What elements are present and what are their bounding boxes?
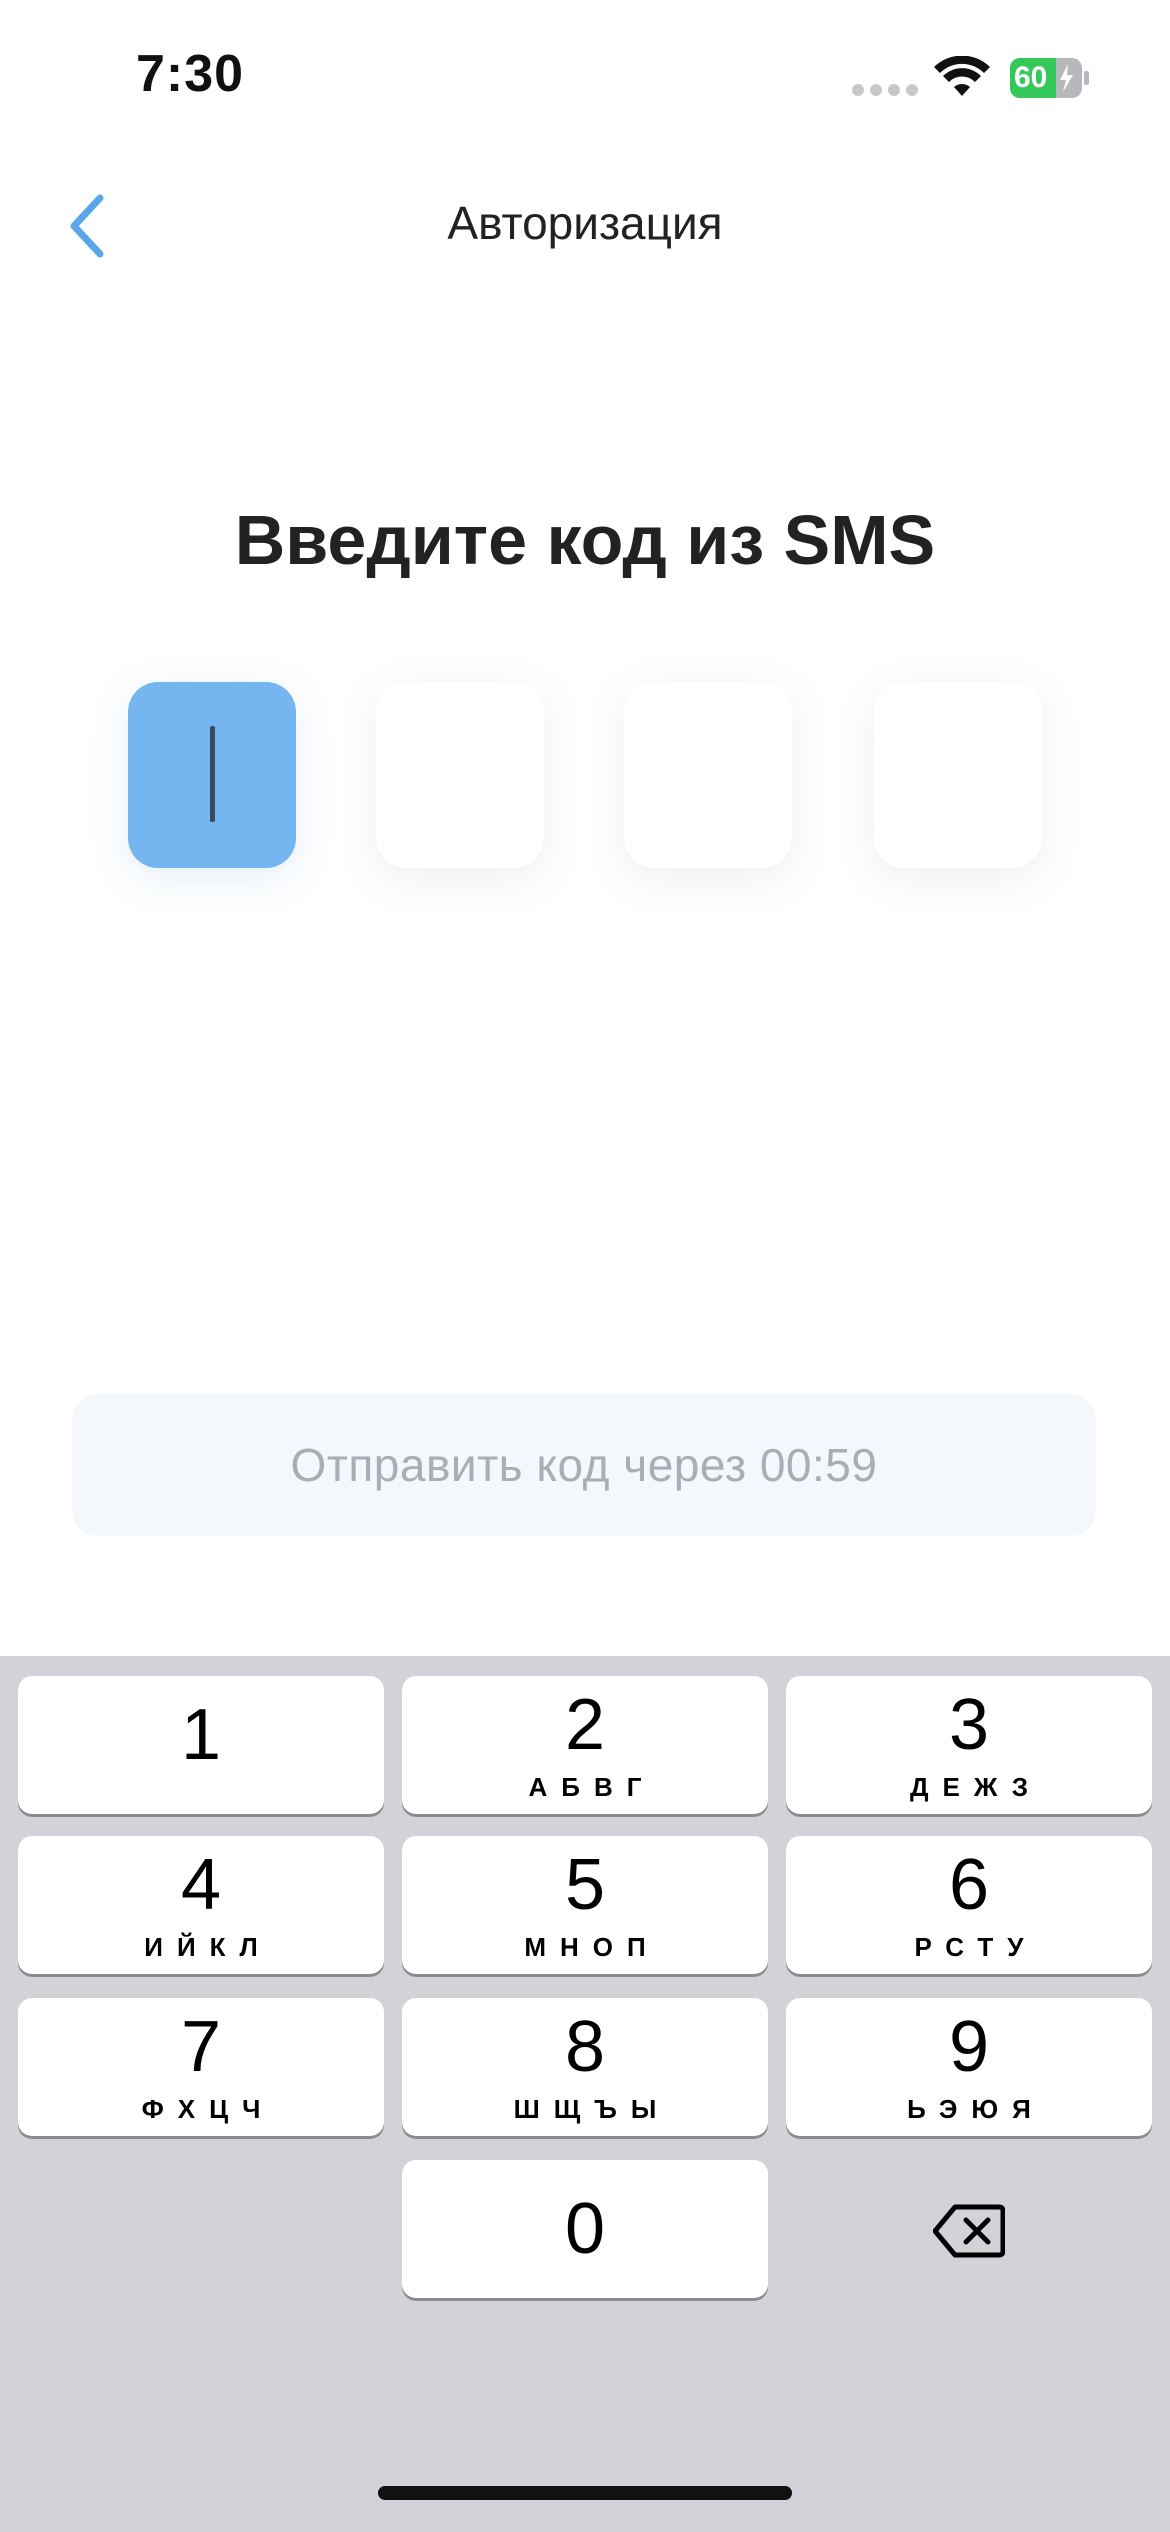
- key-digit: 7: [180, 2007, 222, 2087]
- key-9[interactable]: 9 ЬЭЮЯ: [786, 1998, 1152, 2136]
- key-letters: ИЙКЛ: [144, 1932, 272, 1962]
- key-letters: ДЕЖЗ: [910, 1772, 1042, 1802]
- back-button[interactable]: [56, 190, 116, 262]
- key-1[interactable]: 1: [18, 1676, 384, 1814]
- status-time: 7:30: [136, 45, 245, 103]
- key-4[interactable]: 4 ИЙКЛ: [18, 1836, 384, 1974]
- key-letters: АБВГ: [528, 1772, 656, 1802]
- key-digit: 9: [948, 2007, 990, 2087]
- backspace-key[interactable]: [786, 2162, 1152, 2300]
- battery-charging-icon: 60: [1010, 58, 1090, 98]
- key-letters: ЬЭЮЯ: [907, 2094, 1045, 2124]
- text-caret: [210, 726, 215, 822]
- key-digit: 8: [564, 2007, 606, 2087]
- key-digit: 4: [180, 1845, 222, 1925]
- home-indicator: [378, 2486, 792, 2500]
- code-digit-box-4[interactable]: [874, 682, 1042, 868]
- backspace-icon: [933, 2204, 1005, 2258]
- heading: Введите код из SMS: [234, 501, 936, 579]
- key-digit: 0: [564, 2189, 606, 2269]
- key-6[interactable]: 6 РСТУ: [786, 1836, 1152, 1974]
- code-digit-box-1[interactable]: [128, 682, 296, 868]
- code-digit-box-3[interactable]: [624, 682, 792, 868]
- key-letters: ФХЦЧ: [141, 2094, 275, 2124]
- key-0[interactable]: 0: [402, 2160, 768, 2298]
- resend-code-button[interactable]: Отправить код через 00:59: [72, 1394, 1096, 1536]
- resend-code-label: Отправить код через 00:59: [290, 1439, 878, 1491]
- key-5[interactable]: 5 МНОП: [402, 1836, 768, 1974]
- key-letters: РСТУ: [914, 1932, 1038, 1962]
- signal-dots-icon: [852, 84, 918, 96]
- key-8[interactable]: 8 ШЩЪЫ: [402, 1998, 768, 2136]
- key-digit: 2: [564, 1685, 606, 1765]
- key-digit: 1: [180, 1695, 222, 1775]
- key-7[interactable]: 7 ФХЦЧ: [18, 1998, 384, 2136]
- page-title: Авторизация: [447, 197, 723, 249]
- key-digit: 3: [948, 1685, 990, 1765]
- key-digit: 6: [948, 1845, 990, 1925]
- code-input[interactable]: [128, 682, 1042, 868]
- key-3[interactable]: 3 ДЕЖЗ: [786, 1676, 1152, 1814]
- key-letters: ШЩЪЫ: [513, 2094, 671, 2124]
- key-digit: 5: [564, 1845, 606, 1925]
- battery-level: 60: [1014, 61, 1048, 94]
- wifi-icon: [934, 56, 990, 96]
- chevron-left-icon: [70, 194, 104, 258]
- key-2[interactable]: 2 АБВГ: [402, 1676, 768, 1814]
- key-letters: МНОП: [524, 1932, 660, 1962]
- code-digit-box-2[interactable]: [376, 682, 544, 868]
